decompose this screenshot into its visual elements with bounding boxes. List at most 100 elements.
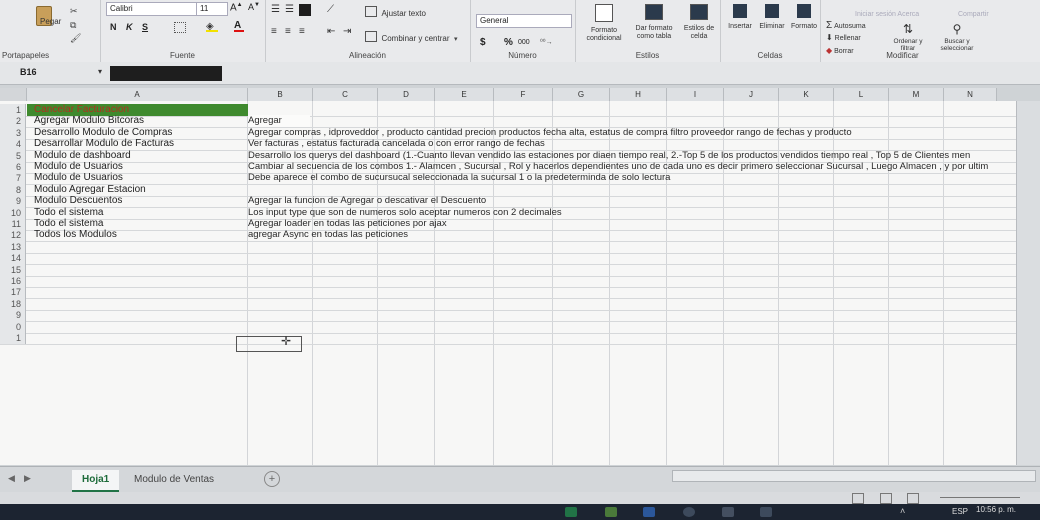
clock[interactable]: 10:56 p. m. [976, 505, 1016, 514]
sheet-tab-modulo-ventas[interactable]: Modulo de Ventas [124, 470, 224, 490]
row-number[interactable]: 14 [0, 252, 26, 264]
sheet-tab-hoja1[interactable]: Hoja1 [72, 470, 120, 492]
align-right-icon[interactable]: ≡ [299, 26, 305, 37]
selected-cell[interactable] [236, 336, 302, 352]
vs-taskbar-icon[interactable] [722, 507, 734, 517]
page-break-view-icon[interactable] [907, 493, 919, 504]
row-number[interactable]: 12 [0, 229, 26, 241]
align-bottom-icon[interactable] [299, 4, 311, 16]
page-layout-view-icon[interactable] [880, 493, 892, 504]
orientation-icon[interactable]: ⟋ [327, 4, 334, 15]
cell-a[interactable]: Modulo de Usuarios [34, 172, 246, 184]
find-select-button[interactable]: ⚲ Buscar y seleccionar [932, 20, 982, 52]
fill-color-icon[interactable]: ◈ [206, 21, 218, 32]
browser-taskbar-icon[interactable] [683, 507, 695, 517]
grow-font-icon[interactable]: A▲ [230, 2, 243, 13]
font-name-select[interactable]: Calibri [106, 2, 200, 16]
cell-b[interactable]: Agregar la funcion de Agregar o descativ… [248, 195, 486, 207]
cell-b[interactable]: Agregar [248, 115, 310, 127]
zoom-slider[interactable] [940, 497, 1020, 498]
increase-indent-icon[interactable]: ⇥ [343, 26, 351, 37]
format-painter-icon[interactable]: 🖌 [70, 33, 81, 44]
format-button[interactable]: Formato [788, 4, 820, 30]
col-header-k[interactable]: K [779, 88, 834, 102]
col-header-d[interactable]: D [378, 88, 435, 102]
cut-icon[interactable]: ✂ [70, 6, 78, 17]
add-sheet-button[interactable]: + [264, 471, 280, 487]
cell-b[interactable]: Ver facturas , estatus facturada cancela… [248, 138, 545, 150]
col-header-e[interactable]: E [435, 88, 494, 102]
font-size-select[interactable]: 11 [196, 2, 228, 16]
format-as-table-button[interactable]: Dar formato como tabla [631, 4, 677, 41]
col-header-g[interactable]: G [553, 88, 610, 102]
decrease-decimal-icon[interactable]: ⁰⁰→ [540, 38, 553, 46]
sort-filter-button[interactable]: ⇅ Ordenar y filtrar [888, 20, 928, 52]
insert-button[interactable]: Insertar [724, 4, 756, 30]
col-header-h[interactable]: H [610, 88, 667, 102]
col-header-j[interactable]: J [724, 88, 779, 102]
cell-b[interactable]: Debe aparece el combo de sucursucal sele… [248, 172, 670, 184]
sign-in-link[interactable]: Iniciar sesión Acerca [855, 11, 919, 18]
share-button[interactable]: Compartir [958, 11, 989, 18]
language-indicator[interactable]: ESP [952, 507, 968, 516]
col-header-i[interactable]: I [667, 88, 724, 102]
normal-view-icon[interactable] [852, 493, 864, 504]
col-header-f[interactable]: F [494, 88, 553, 102]
shrink-font-icon[interactable]: A▼ [248, 2, 260, 12]
col-header-b[interactable]: B [248, 88, 313, 102]
underline-button[interactable]: S [142, 22, 148, 32]
borders-icon[interactable] [174, 22, 186, 33]
copy-icon[interactable]: ⧉ [70, 20, 76, 31]
align-middle-icon[interactable]: ☰ [285, 4, 294, 15]
row-number[interactable]: 1 [0, 332, 26, 344]
wrap-text-button[interactable]: Ajustar texto [365, 3, 426, 21]
merge-center-button[interactable]: Combinar y centrar ▾ [365, 28, 457, 46]
col-header-l[interactable]: L [834, 88, 889, 102]
autosum-button[interactable]: Σ Autosuma [826, 20, 866, 31]
name-box[interactable]: B16 [20, 65, 110, 80]
cell-a[interactable] [34, 286, 246, 298]
name-box-dropdown-icon[interactable]: ▾ [98, 67, 102, 76]
cell-a[interactable]: Desarrollar Modulo de Facturas [34, 138, 246, 150]
col-header-n[interactable]: N [944, 88, 997, 102]
select-all-corner[interactable] [0, 88, 27, 102]
currency-button[interactable]: $ [480, 37, 486, 48]
cell-a[interactable]: Todos los Modulos [34, 229, 246, 241]
chevron-up-icon[interactable]: ˄ [900, 506, 905, 516]
conditional-format-button[interactable]: Formato condicional [579, 4, 629, 43]
align-center-icon[interactable]: ≡ [285, 26, 291, 37]
formula-input[interactable] [110, 66, 222, 81]
col-header-c[interactable]: C [313, 88, 378, 102]
tab-scroll-left-icon[interactable]: ◀ [8, 473, 15, 484]
row-number[interactable]: 4 [0, 138, 26, 150]
horizontal-scrollbar[interactable] [672, 470, 1036, 482]
teams-taskbar-icon[interactable] [760, 507, 772, 517]
thousands-button[interactable]: 000 [518, 39, 530, 46]
cell-b[interactable]: agregar Async en todas las peticiones [248, 229, 408, 241]
cell-styles-button[interactable]: Estilos de celda [679, 4, 719, 41]
cell-a[interactable] [34, 309, 246, 321]
col-header-m[interactable]: M [889, 88, 944, 102]
italic-button[interactable]: K [126, 22, 133, 32]
row-number[interactable]: 7 [0, 172, 26, 184]
percent-button[interactable]: % [504, 37, 513, 48]
cell-a[interactable] [34, 252, 246, 264]
delete-button[interactable]: Eliminar [756, 4, 788, 30]
chart-taskbar-icon[interactable] [605, 507, 617, 517]
vertical-scrollbar[interactable] [1016, 101, 1040, 465]
row-number[interactable]: 17 [0, 286, 26, 298]
align-top-icon[interactable]: ☰ [271, 4, 280, 15]
excel-taskbar-icon[interactable] [565, 507, 577, 517]
number-format-select[interactable]: General [476, 14, 572, 28]
fill-button[interactable]: ⬇ Rellenar [826, 33, 861, 42]
word-taskbar-icon[interactable] [643, 507, 655, 517]
row-number[interactable]: 9 [0, 309, 26, 321]
align-left-icon[interactable]: ≡ [271, 26, 277, 37]
cell-a[interactable]: Agregar Modulo Bitcoras [34, 115, 246, 127]
tab-scroll-right-icon[interactable]: ▶ [24, 473, 31, 484]
cell-a[interactable]: Modulo Descuentos [34, 195, 246, 207]
cell-a[interactable] [34, 332, 246, 344]
col-header-a[interactable]: A [27, 88, 248, 102]
row-number[interactable]: 2 [0, 115, 26, 127]
decrease-indent-icon[interactable]: ⇤ [327, 26, 335, 37]
